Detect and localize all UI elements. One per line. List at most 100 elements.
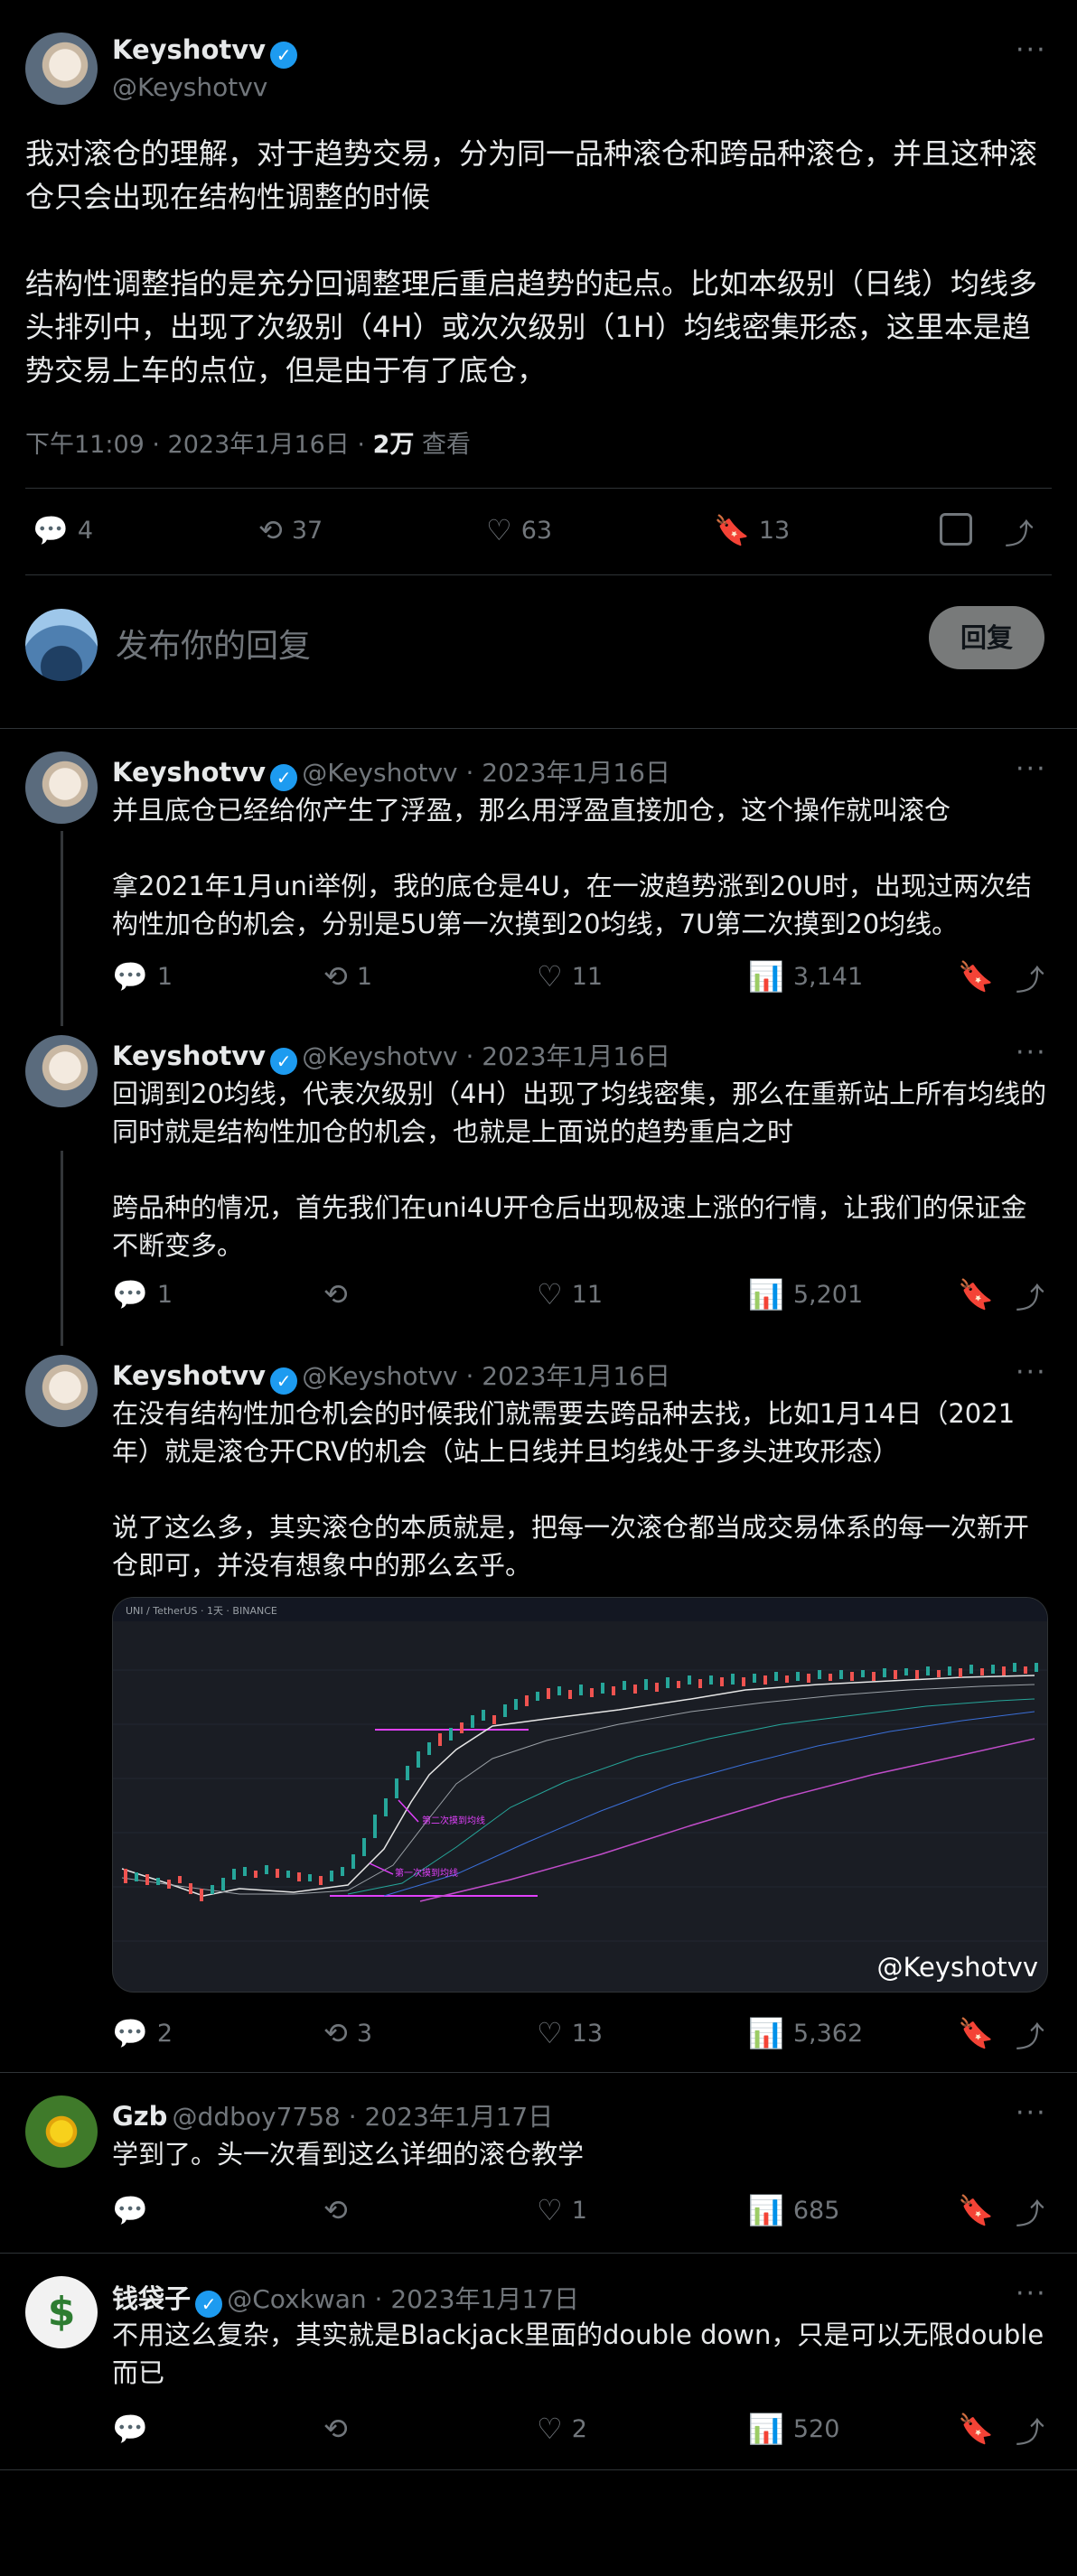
author-avatar[interactable] [25, 1355, 98, 1427]
retweet-icon: ⟲ [323, 1277, 348, 1311]
reply-action[interactable]: 💬 [112, 2193, 148, 2227]
verified-icon: ✓ [270, 1367, 298, 1395]
reply-action[interactable]: 💬 1 [112, 1277, 173, 1311]
author-avatar[interactable] [25, 1035, 98, 1107]
views-count: 3,141 [792, 962, 864, 991]
bookmark-icon: 🔖 [958, 2193, 994, 2227]
author-handle[interactable]: @Coxkwan · 2023年1月17日 [227, 2284, 579, 2314]
like-action[interactable]: ♡ 63 [486, 513, 552, 547]
reply-action[interactable]: 💬 4 [33, 513, 93, 547]
author-name[interactable]: Keyshotvv [112, 1360, 266, 1391]
thread-line [61, 1151, 63, 1346]
retweet-action[interactable]: ⟲ [323, 2193, 348, 2227]
more-icon[interactable]: ··· [1016, 34, 1047, 66]
tweet-text: 不用这么复杂，其实就是Blackjack里面的double down，只是可以无… [112, 2319, 1044, 2388]
author-header: Keyshotvv ✓ [112, 34, 298, 69]
image-watermark: @Keyshotvv [876, 1952, 1038, 1983]
thread-line [61, 831, 63, 1026]
like-count: 1 [571, 2196, 587, 2225]
more-icon[interactable]: ··· [1016, 2097, 1047, 2129]
retweet-count: 3 [356, 2019, 372, 2048]
reply-icon: 💬 [112, 959, 148, 994]
bookmark-action[interactable]: 🔖 [958, 2193, 994, 2227]
tweet-text: 学到了。头一次看到这么详细的滚仓教学 [112, 2139, 585, 2170]
views-action[interactable]: 📊 685 [748, 2193, 839, 2227]
bookmark-action[interactable]: 🔖 [958, 2016, 994, 2050]
share-icon: ⤴ [1005, 517, 1035, 551]
like-action[interactable]: ♡ 13 [537, 2016, 603, 2050]
bookmark-icon: 🔖 [714, 513, 750, 547]
views-action[interactable]: 📊 520 [748, 2412, 839, 2446]
tweet-text: 我对滚仓的理解，对于趋势交易，分为同一品种滚仓和跨品种滚仓，并且这种滚仓只会出现… [25, 136, 1038, 387]
share-icon: ⤴ [1016, 2197, 1045, 2231]
like-icon: ♡ [537, 2193, 563, 2227]
more-icon[interactable]: ··· [1016, 1357, 1047, 1388]
bookmark-action[interactable]: 🔖 [958, 2412, 994, 2446]
share-action[interactable]: ⤴ [1016, 2410, 1044, 2451]
verified-icon: ✓ [195, 2290, 223, 2318]
tweet-time[interactable]: 下午11:09 · 2023年1月16日 · [25, 431, 373, 459]
reply-button[interactable]: 回复 [929, 606, 1044, 669]
views-action[interactable]: 📊 5,362 [748, 2016, 863, 2050]
retweet-action[interactable]: ⟲ [323, 1277, 348, 1311]
share-action[interactable]: ⤴ [1016, 2014, 1044, 2056]
author-handle[interactable]: @ddboy7758 · 2023年1月17日 [173, 2102, 554, 2132]
edit-icon[interactable] [940, 513, 972, 546]
retweet-action[interactable]: ⟲ 37 [258, 513, 323, 547]
author-handle[interactable]: @Keyshotvv · 2023年1月16日 [302, 1041, 670, 1071]
bookmark-action[interactable]: 🔖 13 [714, 513, 790, 547]
views-action[interactable]: 📊 3,141 [748, 959, 863, 994]
chart-note: 第二次摸到均线 [422, 1815, 485, 1826]
tweet-meta: 下午11:09 · 2023年1月16日 · 2万 查看 [25, 425, 471, 460]
tweet-text: 在没有结构性加仓机会的时候我们就需要去跨品种去找，比如1月14日（2021年）就… [112, 1398, 1030, 1581]
reply-action[interactable]: 💬 1 [112, 959, 173, 994]
author-handle[interactable]: @Keyshotvv · 2023年1月16日 [302, 758, 670, 788]
money-bag-icon: $ [47, 2289, 76, 2335]
chart-image[interactable]: UNI / TetherUS · 1天 · BINANCE 第二次摸到均线 第一… [112, 1597, 1048, 1993]
like-icon: ♡ [537, 1277, 563, 1311]
author-name[interactable]: Gzb [112, 2101, 167, 2132]
author-avatar[interactable]: $ [25, 2276, 98, 2348]
author-avatar[interactable] [25, 33, 98, 105]
bookmark-icon: 🔖 [958, 2016, 994, 2050]
views-action[interactable]: 📊 5,201 [748, 1277, 863, 1311]
share-action[interactable]: ⤴ [1016, 957, 1044, 999]
like-action[interactable]: ♡ 11 [537, 1277, 603, 1311]
author-name[interactable]: 钱袋子 [112, 2283, 191, 2314]
author-avatar[interactable] [25, 2095, 98, 2168]
like-count: 13 [571, 2019, 604, 2048]
author-handle[interactable]: @Keyshotvv [112, 72, 267, 102]
retweet-action[interactable]: ⟲ [323, 2412, 348, 2446]
more-icon[interactable]: ··· [1016, 753, 1047, 785]
retweet-action[interactable]: ⟲ 1 [323, 959, 372, 994]
reply-action[interactable]: 💬 2 [112, 2016, 173, 2050]
like-icon: ♡ [537, 2016, 563, 2050]
retweet-count: 1 [356, 962, 372, 991]
reply-action[interactable]: 💬 [112, 2412, 148, 2446]
bookmark-action[interactable]: 🔖 [958, 959, 994, 994]
share-action[interactable]: ⤴ [1005, 511, 1034, 553]
author-name[interactable]: Keyshotvv [112, 757, 266, 788]
share-action[interactable]: ⤴ [1016, 2191, 1044, 2233]
author-avatar[interactable] [25, 751, 98, 824]
author-handle[interactable]: @Keyshotvv · 2023年1月16日 [302, 1361, 670, 1391]
more-icon[interactable]: ··· [1016, 2278, 1047, 2310]
views-icon: 📊 [748, 2193, 784, 2227]
like-count: 2 [571, 2414, 587, 2443]
author-name[interactable]: Keyshotvv [112, 34, 266, 65]
like-action[interactable]: ♡ 11 [537, 959, 603, 994]
bookmark-action[interactable]: 🔖 [958, 1277, 994, 1311]
like-action[interactable]: ♡ 2 [537, 2412, 587, 2446]
more-icon[interactable]: ··· [1016, 1037, 1047, 1069]
reply-icon: 💬 [112, 2193, 148, 2227]
share-action[interactable]: ⤴ [1016, 1275, 1044, 1317]
reply-count: 2 [156, 2019, 173, 2048]
like-action[interactable]: ♡ 1 [537, 2193, 587, 2227]
share-icon: ⤴ [1016, 963, 1045, 997]
reply-icon: 💬 [33, 513, 69, 547]
my-avatar[interactable] [25, 609, 98, 681]
bookmark-icon: 🔖 [958, 2412, 994, 2446]
reply-input[interactable]: 发布你的回复 [116, 620, 311, 667]
retweet-action[interactable]: ⟲ 3 [323, 2016, 372, 2050]
author-name[interactable]: Keyshotvv [112, 1041, 266, 1071]
